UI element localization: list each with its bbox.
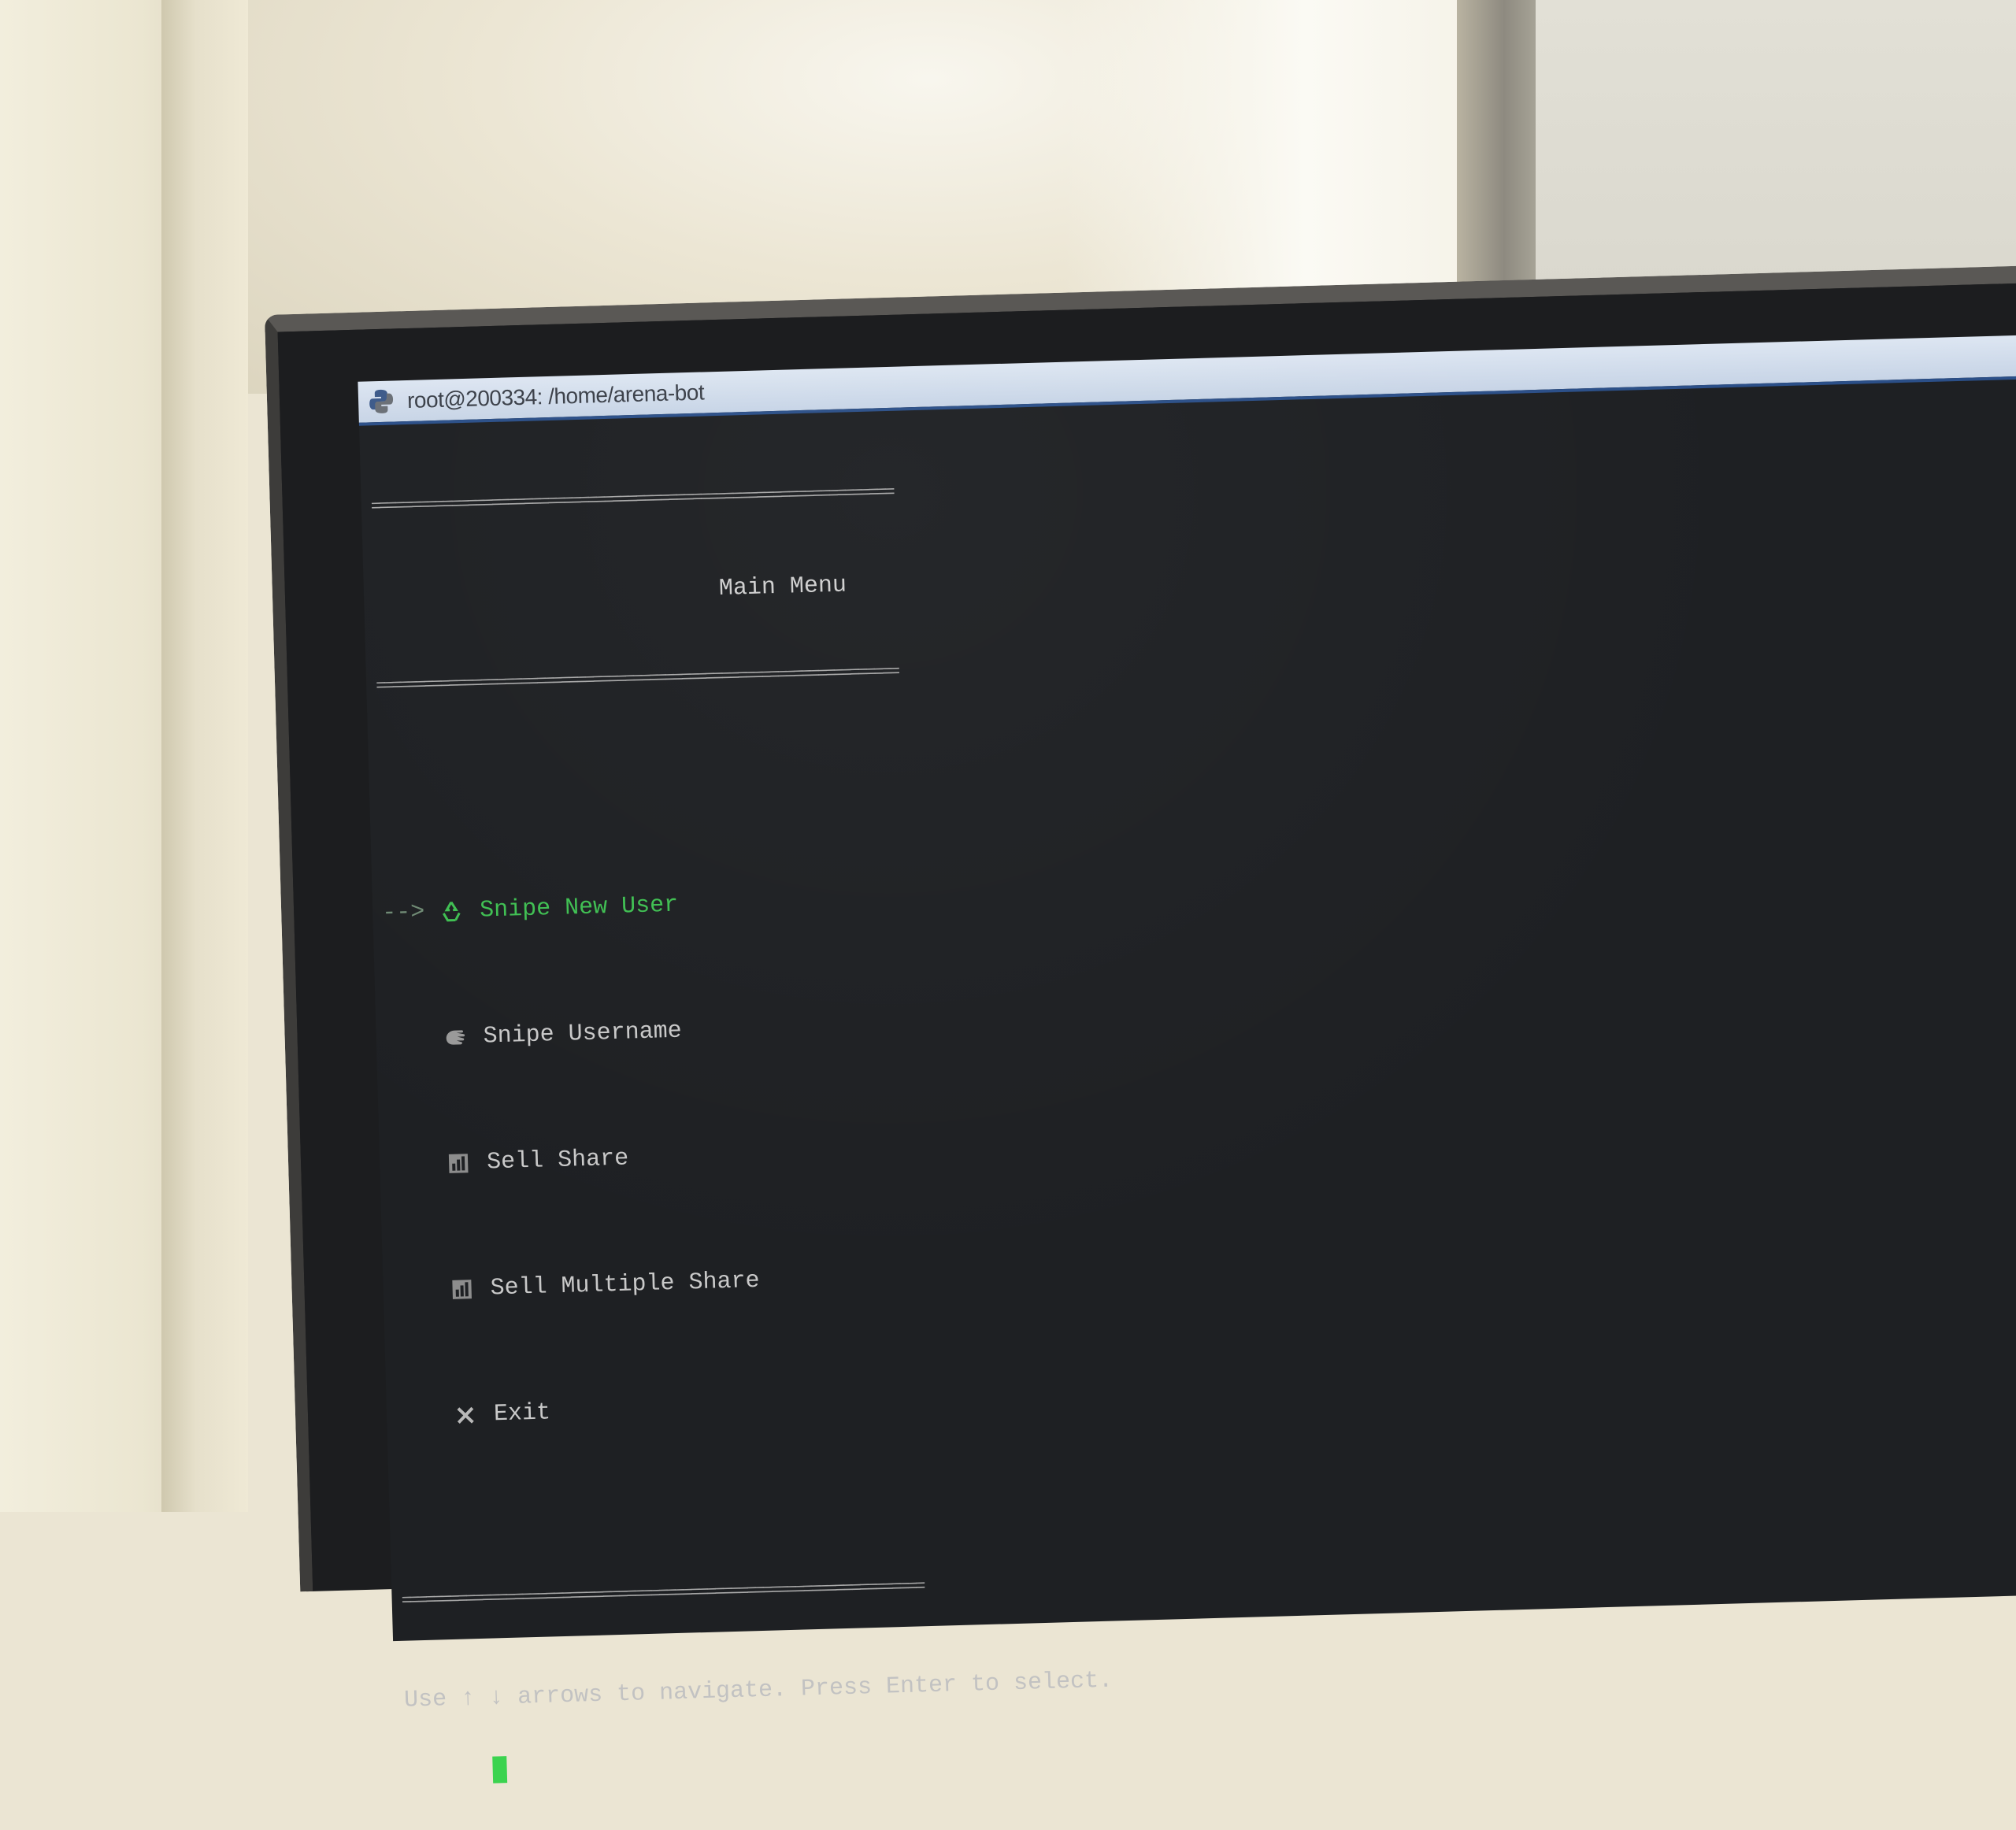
python-icon [366, 386, 397, 417]
menu-item-label: Snipe New User [479, 891, 679, 924]
menu-divider-top: ========================================… [370, 482, 894, 517]
wall-highlight [1063, 0, 1504, 331]
menu-item-label: Exit [493, 1399, 551, 1428]
menu-item-sell-share[interactable]: Sell Share [389, 1124, 1335, 1181]
menu-item-sell-multiple-share[interactable]: Sell Multiple Share [392, 1249, 1338, 1306]
terminal-output: ========================================… [369, 410, 1352, 1828]
monitor: root@200334: /home/arena-bot ===========… [265, 264, 2016, 1784]
menu-divider-header: ========================================… [375, 661, 899, 697]
menu-item-label: Sell Share [486, 1145, 629, 1176]
chart-icon [447, 1275, 476, 1304]
selection-arrow: --> [381, 898, 425, 928]
menu-title: Main Menu [718, 572, 847, 603]
window-title: root@200334: /home/arena-bot [406, 380, 705, 413]
menu-item-exit[interactable]: Exit [396, 1375, 1342, 1432]
hand-icon [440, 1023, 469, 1052]
help-text: Use ↑ ↓ arrows to navigate. Press Enter … [403, 1667, 1114, 1714]
menu-item-label: Sell Multiple Share [490, 1267, 761, 1302]
chart-icon [444, 1149, 473, 1178]
window-titlebar[interactable]: root@200334: /home/arena-bot [358, 332, 2016, 426]
menu-item-label: Snipe Username [483, 1017, 683, 1050]
wall-corner [161, 0, 248, 1512]
recycle-icon [437, 897, 466, 926]
menu-item-snipe-new-user[interactable]: --> Snipe New User [382, 872, 1328, 929]
menu-item-snipe-username[interactable]: Snipe Username [385, 998, 1331, 1055]
terminal-window: root@200334: /home/arena-bot ===========… [358, 332, 2016, 1784]
terminal-cursor[interactable] [492, 1756, 508, 1784]
close-icon [451, 1401, 480, 1430]
menu-divider-bottom: ========================================… [401, 1576, 924, 1611]
